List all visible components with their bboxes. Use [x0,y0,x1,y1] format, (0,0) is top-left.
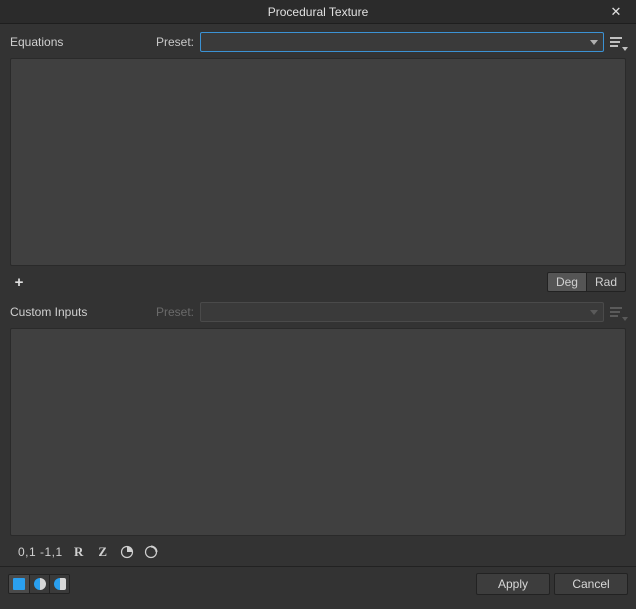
custom-preset-menu-icon [610,304,626,320]
color-mode-group [8,574,70,594]
custom-preset-dropdown [200,302,604,322]
equations-header: Equations Preset: [10,32,626,52]
color-mode-solid[interactable] [9,575,29,593]
apply-button[interactable]: Apply [476,573,550,595]
color-mode-alt[interactable] [49,575,69,593]
circle-filled-icon[interactable] [119,544,135,560]
split-swatch-icon [34,578,46,590]
plus-icon: + [15,274,24,291]
custom-inputs-label: Custom Inputs [10,305,150,319]
color-mode-split[interactable] [29,575,49,593]
custom-inputs-panel [10,328,626,536]
title-bar: Procedural Texture ✕ [0,0,636,24]
equations-preset-dropdown[interactable] [200,32,604,52]
status-row: 0,1 -1,1 R Z [10,536,626,566]
solid-swatch-icon [13,578,25,590]
circle-outline-icon[interactable] [143,544,159,560]
custom-inputs-header: Custom Inputs Preset: [10,302,626,322]
chevron-down-icon [590,310,598,315]
custom-preset-label: Preset: [156,305,194,319]
equations-preset-menu-icon[interactable] [610,34,626,50]
status-range: 0,1 -1,1 [18,545,63,559]
angle-unit-toggle: Deg Rad [547,272,626,292]
equations-preset-label: Preset: [156,35,194,49]
equations-toolbar: + Deg Rad [10,272,626,292]
angle-deg-button[interactable]: Deg [547,272,587,292]
chevron-down-icon [590,40,598,45]
equations-label: Equations [10,35,150,49]
z-button[interactable]: Z [95,544,111,560]
add-equation-button[interactable]: + [10,273,28,291]
footer: Apply Cancel [0,566,636,600]
r-button[interactable]: R [71,544,87,560]
close-button[interactable]: ✕ [602,0,630,24]
angle-rad-button[interactable]: Rad [586,272,626,292]
equations-panel [10,58,626,266]
alt-swatch-icon [54,578,66,590]
window-title: Procedural Texture [268,5,369,19]
close-icon: ✕ [611,4,622,20]
cancel-button[interactable]: Cancel [554,573,628,595]
